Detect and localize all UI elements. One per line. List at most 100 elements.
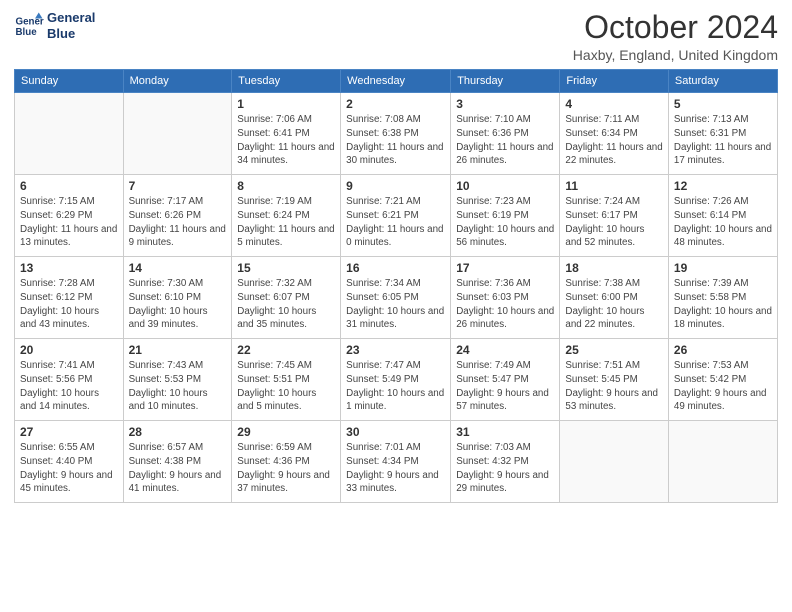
week-row-5: 27 Sunrise: 6:55 AM Sunset: 4:40 PM Dayli…: [15, 421, 778, 503]
day-info: Sunrise: 7:23 AM Sunset: 6:19 PM Dayligh…: [456, 195, 554, 250]
day-info: Sunrise: 7:08 AM Sunset: 6:38 PM Dayligh…: [346, 113, 445, 168]
day-number: 11: [565, 179, 663, 193]
day-info: Sunrise: 7:32 AM Sunset: 6:07 PM Dayligh…: [237, 277, 335, 332]
day-info: Sunrise: 7:21 AM Sunset: 6:21 PM Dayligh…: [346, 195, 445, 250]
calendar-cell: 2 Sunrise: 7:08 AM Sunset: 6:38 PM Daylig…: [341, 93, 451, 175]
day-number: 14: [129, 261, 227, 275]
calendar-cell: [15, 93, 124, 175]
day-number: 5: [674, 97, 772, 111]
day-number: 28: [129, 425, 227, 439]
logo-icon: General Blue: [14, 11, 44, 41]
calendar-cell: 1 Sunrise: 7:06 AM Sunset: 6:41 PM Daylig…: [232, 93, 341, 175]
calendar-cell: 31Sunrise: 7:03 AM Sunset: 4:32 PM Dayli…: [451, 421, 560, 503]
calendar-cell: 9 Sunrise: 7:21 AM Sunset: 6:21 PM Daylig…: [341, 175, 451, 257]
calendar-cell: 17 Sunrise: 7:36 AM Sunset: 6:03 PM Dayli…: [451, 257, 560, 339]
week-row-4: 20 Sunrise: 7:41 AM Sunset: 5:56 PM Dayli…: [15, 339, 778, 421]
day-info: Sunrise: 7:17 AM Sunset: 6:26 PM Dayligh…: [129, 195, 227, 250]
col-header-saturday: Saturday: [668, 70, 777, 93]
calendar-cell: 3Sunrise: 7:10 AM Sunset: 6:36 PM Daylig…: [451, 93, 560, 175]
calendar-cell: 12Sunrise: 7:26 AM Sunset: 6:14 PM Dayli…: [668, 175, 777, 257]
logo: General Blue General Blue: [14, 10, 95, 41]
day-number: 10: [456, 179, 554, 193]
page: General Blue General Blue October 2024 H…: [0, 0, 792, 612]
day-info: Sunrise: 7:03 AM Sunset: 4:32 PM Dayligh…: [456, 441, 554, 496]
col-header-monday: Monday: [123, 70, 232, 93]
day-number: 7: [129, 179, 227, 193]
calendar-cell: 10 Sunrise: 7:23 AM Sunset: 6:19 PM Dayli…: [451, 175, 560, 257]
calendar-cell: 18Sunrise: 7:38 AM Sunset: 6:00 PM Dayli…: [560, 257, 669, 339]
day-info: Sunrise: 7:06 AM Sunset: 6:41 PM Dayligh…: [237, 113, 335, 168]
day-info: Sunrise: 7:38 AM Sunset: 6:00 PM Dayligh…: [565, 277, 663, 332]
day-number: 19: [674, 261, 772, 275]
day-info: Sunrise: 7:53 AM Sunset: 5:42 PM Dayligh…: [674, 359, 772, 414]
day-number: 15: [237, 261, 335, 275]
day-number: 9: [346, 179, 445, 193]
calendar-cell: 16Sunrise: 7:34 AM Sunset: 6:05 PM Dayli…: [341, 257, 451, 339]
calendar-cell: [668, 421, 777, 503]
day-info: Sunrise: 7:28 AM Sunset: 6:12 PM Dayligh…: [20, 277, 118, 332]
col-header-thursday: Thursday: [451, 70, 560, 93]
day-number: 26: [674, 343, 772, 357]
logo-line2: Blue: [47, 26, 95, 42]
calendar-cell: 29 Sunrise: 6:59 AM Sunset: 4:36 PM Dayli…: [232, 421, 341, 503]
day-number: 1: [237, 97, 335, 111]
col-header-sunday: Sunday: [15, 70, 124, 93]
week-row-3: 13 Sunrise: 7:28 AM Sunset: 6:12 PM Dayli…: [15, 257, 778, 339]
day-info: Sunrise: 7:24 AM Sunset: 6:17 PM Dayligh…: [565, 195, 663, 250]
day-number: 20: [20, 343, 118, 357]
calendar-cell: 11 Sunrise: 7:24 AM Sunset: 6:17 PM Dayli…: [560, 175, 669, 257]
day-number: 24: [456, 343, 554, 357]
day-info: Sunrise: 6:59 AM Sunset: 4:36 PM Dayligh…: [237, 441, 335, 496]
calendar-cell: 13 Sunrise: 7:28 AM Sunset: 6:12 PM Dayli…: [15, 257, 124, 339]
day-info: Sunrise: 7:43 AM Sunset: 5:53 PM Dayligh…: [129, 359, 227, 414]
day-info: Sunrise: 7:45 AM Sunset: 5:51 PM Dayligh…: [237, 359, 335, 414]
calendar-cell: 7 Sunrise: 7:17 AM Sunset: 6:26 PM Daylig…: [123, 175, 232, 257]
day-info: Sunrise: 7:15 AM Sunset: 6:29 PM Dayligh…: [20, 195, 118, 250]
calendar-cell: 23Sunrise: 7:47 AM Sunset: 5:49 PM Dayli…: [341, 339, 451, 421]
calendar-cell: 14 Sunrise: 7:30 AM Sunset: 6:10 PM Dayli…: [123, 257, 232, 339]
day-number: 17: [456, 261, 554, 275]
calendar-cell: 28Sunrise: 6:57 AM Sunset: 4:38 PM Dayli…: [123, 421, 232, 503]
day-number: 27: [20, 425, 118, 439]
calendar-cell: 26 Sunrise: 7:53 AM Sunset: 5:42 PM Dayli…: [668, 339, 777, 421]
day-info: Sunrise: 7:41 AM Sunset: 5:56 PM Dayligh…: [20, 359, 118, 414]
day-info: Sunrise: 7:30 AM Sunset: 6:10 PM Dayligh…: [129, 277, 227, 332]
day-number: 30: [346, 425, 445, 439]
calendar-header-row: SundayMondayTuesdayWednesdayThursdayFrid…: [15, 70, 778, 93]
day-info: Sunrise: 7:39 AM Sunset: 5:58 PM Dayligh…: [674, 277, 772, 332]
calendar-cell: 30 Sunrise: 7:01 AM Sunset: 4:34 PM Dayli…: [341, 421, 451, 503]
day-number: 12: [674, 179, 772, 193]
day-number: 21: [129, 343, 227, 357]
calendar-cell: 21 Sunrise: 7:43 AM Sunset: 5:53 PM Dayli…: [123, 339, 232, 421]
calendar-cell: [560, 421, 669, 503]
logo-line1: General: [47, 10, 95, 26]
calendar-cell: [123, 93, 232, 175]
calendar-cell: 27 Sunrise: 6:55 AM Sunset: 4:40 PM Dayli…: [15, 421, 124, 503]
col-header-friday: Friday: [560, 70, 669, 93]
calendar-cell: 15 Sunrise: 7:32 AM Sunset: 6:07 PM Dayli…: [232, 257, 341, 339]
title-block: October 2024 Haxby, England, United King…: [573, 10, 778, 63]
day-info: Sunrise: 7:34 AM Sunset: 6:05 PM Dayligh…: [346, 277, 445, 332]
calendar-cell: 22 Sunrise: 7:45 AM Sunset: 5:51 PM Dayli…: [232, 339, 341, 421]
day-number: 13: [20, 261, 118, 275]
day-number: 22: [237, 343, 335, 357]
day-info: Sunrise: 7:01 AM Sunset: 4:34 PM Dayligh…: [346, 441, 445, 496]
calendar-table: SundayMondayTuesdayWednesdayThursdayFrid…: [14, 69, 778, 503]
svg-text:Blue: Blue: [16, 27, 38, 38]
day-number: 2: [346, 97, 445, 111]
day-info: Sunrise: 7:36 AM Sunset: 6:03 PM Dayligh…: [456, 277, 554, 332]
day-number: 25: [565, 343, 663, 357]
day-info: Sunrise: 7:51 AM Sunset: 5:45 PM Dayligh…: [565, 359, 663, 414]
day-number: 8: [237, 179, 335, 193]
day-info: Sunrise: 7:19 AM Sunset: 6:24 PM Dayligh…: [237, 195, 335, 250]
col-header-wednesday: Wednesday: [341, 70, 451, 93]
calendar-cell: 4Sunrise: 7:11 AM Sunset: 6:34 PM Daylig…: [560, 93, 669, 175]
day-number: 29: [237, 425, 335, 439]
day-info: Sunrise: 6:55 AM Sunset: 4:40 PM Dayligh…: [20, 441, 118, 496]
header: General Blue General Blue October 2024 H…: [14, 10, 778, 63]
location: Haxby, England, United Kingdom: [573, 47, 778, 63]
day-info: Sunrise: 7:13 AM Sunset: 6:31 PM Dayligh…: [674, 113, 772, 168]
col-header-tuesday: Tuesday: [232, 70, 341, 93]
day-info: Sunrise: 7:47 AM Sunset: 5:49 PM Dayligh…: [346, 359, 445, 414]
week-row-1: 1 Sunrise: 7:06 AM Sunset: 6:41 PM Daylig…: [15, 93, 778, 175]
